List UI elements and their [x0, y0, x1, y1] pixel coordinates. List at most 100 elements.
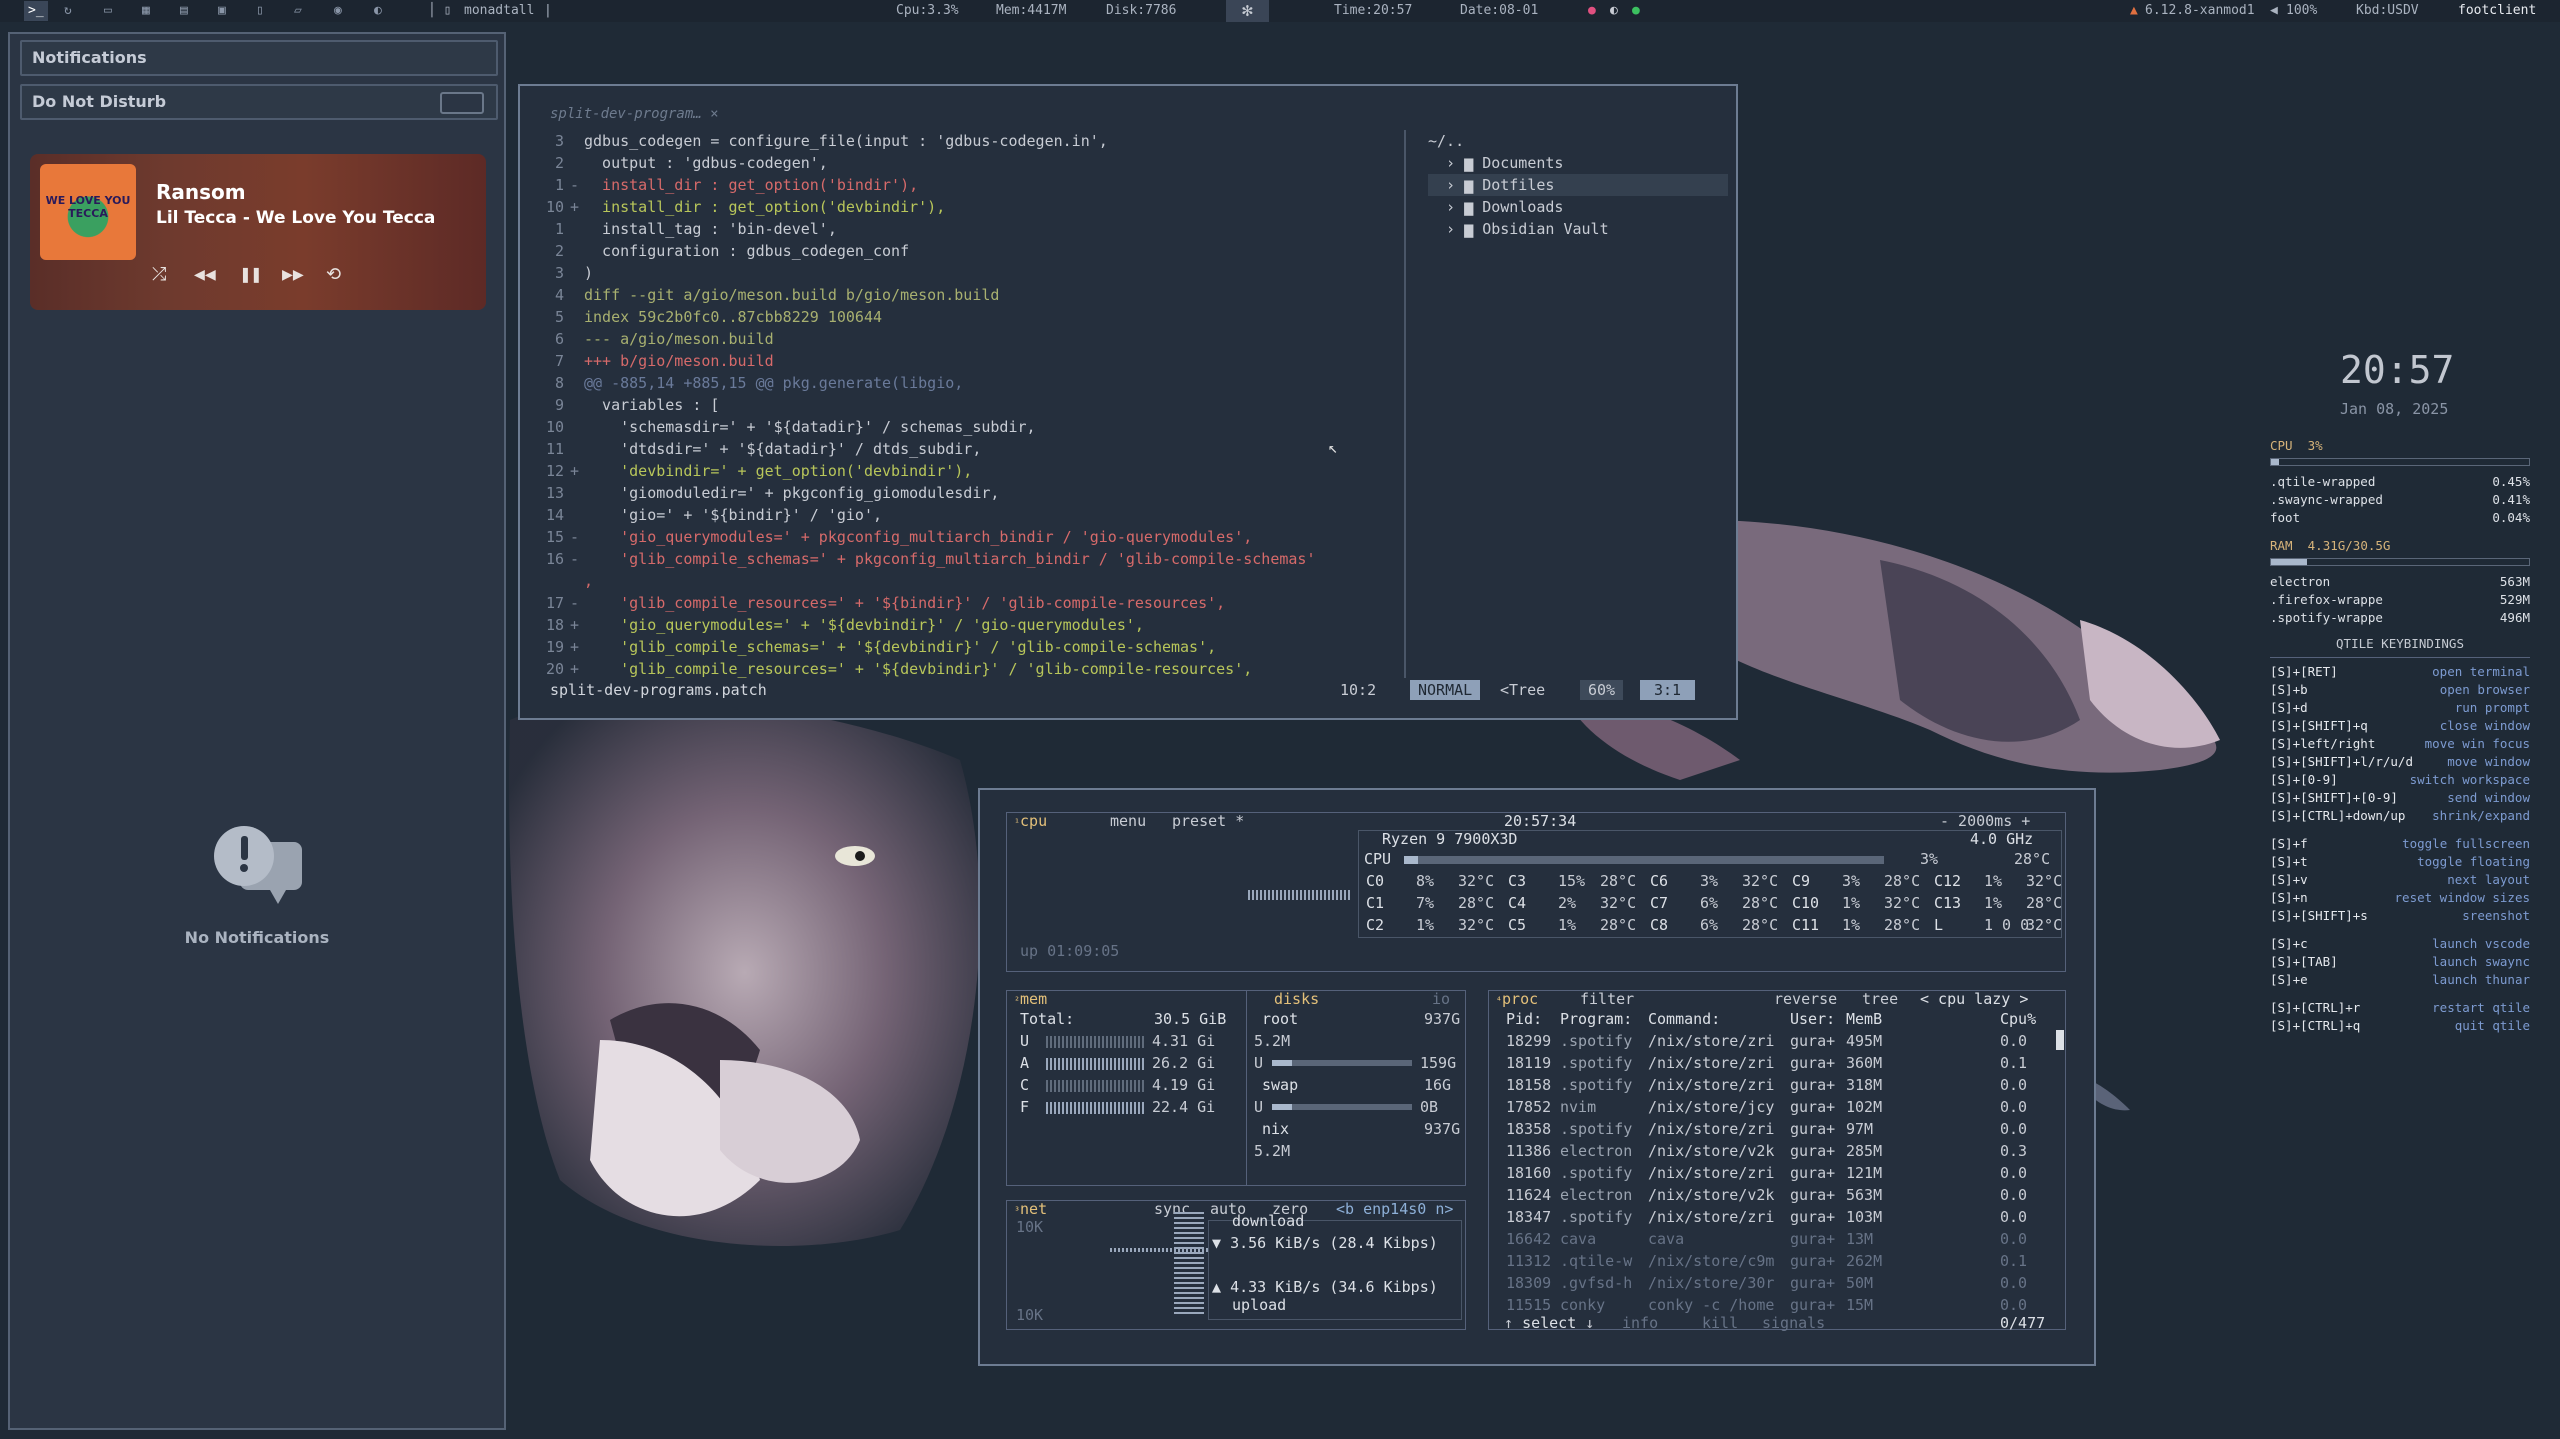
- btop-proc-cell[interactable]: 0.1: [2000, 1052, 2027, 1074]
- btop-proc-cell[interactable]: /nix/store/zri: [1648, 1030, 1774, 1052]
- volume-icon[interactable]: ◀: [2270, 3, 2278, 18]
- btop-proc-cell[interactable]: 285M: [1846, 1140, 1882, 1162]
- btop-proc-filter[interactable]: filter: [1580, 988, 1634, 1010]
- btop-io[interactable]: io: [1432, 988, 1450, 1010]
- code-line[interactable]: 17- 'glib_compile_resources=' + '${bindi…: [520, 592, 1400, 614]
- pause-icon[interactable]: ❚❚: [240, 264, 262, 285]
- code-line[interactable]: 2 output : 'gdbus-codegen',: [520, 152, 1400, 174]
- file-tree[interactable]: ~/.. › ▆ Documents › ▆ Dotfiles › ▆ Down…: [1428, 130, 1728, 240]
- btop-proc-header[interactable]: Pid:: [1506, 1008, 1542, 1030]
- code-line[interactable]: 2 configuration : gdbus_codegen_conf: [520, 240, 1400, 262]
- code-line[interactable]: 11 'dtdsdir=' + '${datadir}' / dtds_subd…: [520, 438, 1400, 460]
- dnd-toggle[interactable]: [440, 92, 484, 114]
- btop-proc-cell[interactable]: gura+: [1790, 1096, 1835, 1118]
- btop-proc-cell[interactable]: 0.0: [2000, 1118, 2027, 1140]
- btop-proc-cell[interactable]: 11312: [1506, 1250, 1551, 1272]
- btop-proc-cell[interactable]: 11624: [1506, 1184, 1551, 1206]
- btop-proc-cell[interactable]: .spotify: [1560, 1162, 1632, 1184]
- btop-proc-cell[interactable]: .spotify: [1560, 1206, 1632, 1228]
- btop-proc-header[interactable]: MemB: [1846, 1008, 1882, 1030]
- btop-proc-cell[interactable]: 0.0: [2000, 1272, 2027, 1294]
- code-line[interactable]: 7 +++ b/gio/meson.build: [520, 350, 1400, 372]
- tree-item[interactable]: › ▆ Downloads: [1428, 196, 1728, 218]
- btop-proc-cell[interactable]: 97M: [1846, 1118, 1873, 1140]
- code-line[interactable]: 16- 'glib_compile_schemas=' + pkgconfig_…: [520, 548, 1400, 570]
- btop-proc-cell[interactable]: .spotify: [1560, 1074, 1632, 1096]
- code-line[interactable]: 18 + 'gio_querymodules=' + '${devbindir}'…: [520, 614, 1400, 636]
- btop-proc-cell[interactable]: gura+: [1790, 1030, 1835, 1052]
- btop-proc-sort[interactable]: < cpu lazy >: [1920, 988, 2028, 1010]
- btop-proc-cell[interactable]: 17852: [1506, 1096, 1551, 1118]
- btop-proc-cell[interactable]: /nix/store/zri: [1648, 1074, 1774, 1096]
- tree-root[interactable]: ~/..: [1428, 130, 1728, 152]
- btop-window[interactable]: ¹cpu menu preset * 20:57:34 - 2000ms + R…: [978, 788, 2096, 1366]
- gear-icon[interactable]: ✻: [1226, 0, 1269, 22]
- document-icon[interactable]: ▱: [294, 3, 302, 18]
- folder-icon[interactable]: ▤: [180, 3, 188, 18]
- btop-proc-cell[interactable]: /nix/store/v2k: [1648, 1184, 1774, 1206]
- btop-proc-cell[interactable]: gura+: [1790, 1272, 1835, 1294]
- btop-proc-cell[interactable]: gura+: [1790, 1250, 1835, 1272]
- btop-proc-cell[interactable]: /nix/store/c9m: [1648, 1250, 1774, 1272]
- btop-proc-cell[interactable]: 18347: [1506, 1206, 1551, 1228]
- code-line[interactable]: 12 + 'devbindir=' + get_option('devbindir…: [520, 460, 1400, 482]
- volume-widget[interactable]: 100%: [2286, 3, 2317, 18]
- btop-proc-cell[interactable]: gura+: [1790, 1228, 1835, 1250]
- code-line[interactable]: 13 'giomoduledir=' + pkgconfig_giomodule…: [520, 482, 1400, 504]
- btop-proc-cell[interactable]: /nix/store/zri: [1648, 1206, 1774, 1228]
- btop-proc-cell[interactable]: 0.0: [2000, 1074, 2027, 1096]
- btop-proc-cell[interactable]: cava: [1560, 1228, 1596, 1250]
- code-line[interactable]: 1 install_tag : 'bin-devel',: [520, 218, 1400, 240]
- btop-proc-header[interactable]: Cpu%: [2000, 1008, 2036, 1030]
- app-icon[interactable]: ●: [1588, 3, 1596, 18]
- btop-proc-cell[interactable]: /nix/store/v2k: [1648, 1140, 1774, 1162]
- btop-proc-tree[interactable]: tree: [1862, 988, 1898, 1010]
- btop-net-iface[interactable]: <b enp14s0 n>: [1336, 1198, 1453, 1220]
- btop-proc-cell[interactable]: 18160: [1506, 1162, 1551, 1184]
- code-line[interactable]: 8 @@ -885,14 +885,15 @@ pkg.generate(libg…: [520, 372, 1400, 394]
- media-icon[interactable]: ▣: [218, 3, 226, 18]
- btop-proc-cell[interactable]: 102M: [1846, 1096, 1882, 1118]
- btop-proc-cell[interactable]: 0.0: [2000, 1206, 2027, 1228]
- refresh-icon[interactable]: ↻: [64, 3, 72, 18]
- code-line[interactable]: 5 index 59c2b0fc0..87cbb8229 100644: [520, 306, 1400, 328]
- code-line[interactable]: 4 diff --git a/gio/meson.build b/gio/meso…: [520, 284, 1400, 306]
- btop-proc-cell[interactable]: .spotify: [1560, 1030, 1632, 1052]
- btop-proc-cell[interactable]: 0.0: [2000, 1096, 2027, 1118]
- btop-proc-cell[interactable]: 13M: [1846, 1228, 1873, 1250]
- btop-proc-cell[interactable]: 121M: [1846, 1162, 1882, 1184]
- tree-item[interactable]: › ▆ Obsidian Vault: [1428, 218, 1728, 240]
- btop-proc-cell[interactable]: 0.0: [2000, 1228, 2027, 1250]
- shuffle-icon[interactable]: ⤮: [152, 264, 166, 285]
- btop-proc-cell[interactable]: /nix/store/zri: [1648, 1052, 1774, 1074]
- code-view[interactable]: 3 gdbus_codegen = configure_file(input : …: [520, 130, 1400, 680]
- btop-proc-cell[interactable]: gura+: [1790, 1162, 1835, 1184]
- code-line[interactable]: 9 variables : [: [520, 394, 1400, 416]
- btop-proc-cell[interactable]: 0.1: [2000, 1250, 2027, 1272]
- book-icon[interactable]: ▯: [256, 3, 264, 18]
- app2-icon[interactable]: ◐: [1610, 3, 1618, 18]
- tree-item[interactable]: › ▆ Dotfiles: [1428, 174, 1728, 196]
- discord-icon[interactable]: ◉: [334, 3, 342, 18]
- previous-icon[interactable]: ◀◀: [194, 264, 216, 285]
- btop-proc-cell[interactable]: 262M: [1846, 1250, 1882, 1272]
- btop-cpu-title[interactable]: ¹cpu: [1014, 810, 1047, 835]
- btop-proc-cell[interactable]: 11386: [1506, 1140, 1551, 1162]
- btop-proc-cell[interactable]: 15M: [1846, 1294, 1873, 1316]
- btop-proc-cell[interactable]: .gvfsd-h: [1560, 1272, 1632, 1294]
- btop-proc-cell[interactable]: /nix/store/zri: [1648, 1118, 1774, 1140]
- btop-proc-cell[interactable]: gura+: [1790, 1206, 1835, 1228]
- code-line[interactable]: 20 + 'glib_compile_resources=' + '${devbi…: [520, 658, 1400, 680]
- btop-proc-cell[interactable]: 103M: [1846, 1206, 1882, 1228]
- btop-proc-cell[interactable]: 50M: [1846, 1272, 1873, 1294]
- btop-proc-cell[interactable]: 0.0: [2000, 1030, 2027, 1052]
- btop-proc-cell[interactable]: /nix/store/jcy: [1648, 1096, 1774, 1118]
- gamepad-icon[interactable]: ◐: [374, 3, 382, 18]
- next-icon[interactable]: ▶▶: [282, 264, 304, 285]
- btop-proc-header[interactable]: Command:: [1648, 1008, 1720, 1030]
- btop-proc-header[interactable]: Program:: [1560, 1008, 1632, 1030]
- btop-proc-reverse[interactable]: reverse: [1774, 988, 1837, 1010]
- btop-proc-cell[interactable]: .spotify: [1560, 1118, 1632, 1140]
- split-divider[interactable]: [1404, 130, 1406, 678]
- btop-proc-cell[interactable]: gura+: [1790, 1184, 1835, 1206]
